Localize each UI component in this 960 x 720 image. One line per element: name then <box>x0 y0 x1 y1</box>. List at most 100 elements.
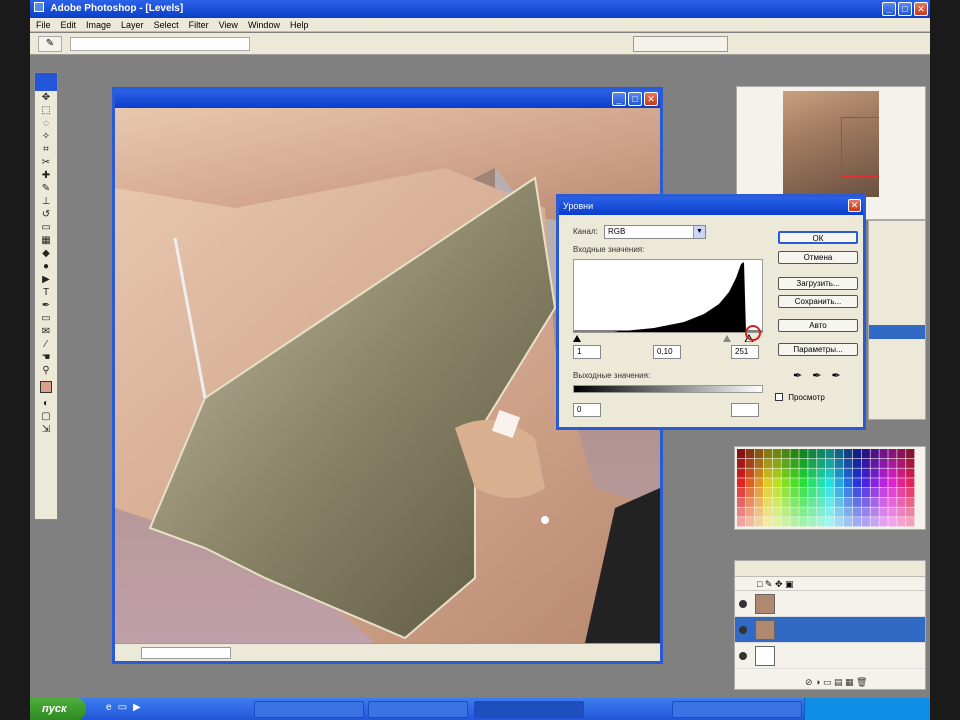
menu-item-edit[interactable]: Edit <box>61 18 77 31</box>
menu-item-file[interactable]: File <box>36 18 51 31</box>
hand-tool-icon[interactable]: ☚ <box>35 351 57 364</box>
eye-icon[interactable] <box>739 652 747 660</box>
color-swatch <box>781 458 790 468</box>
input-white-field[interactable]: 251 <box>731 345 759 359</box>
menu-item-help[interactable]: Help <box>290 18 309 31</box>
stamp-tool-icon[interactable]: ⊥ <box>35 195 57 208</box>
jump-to-imageready-icon[interactable]: ⇲ <box>35 423 57 436</box>
eye-icon[interactable] <box>739 626 747 634</box>
gray-eyedropper-icon[interactable]: ✒ <box>812 369 821 382</box>
output-black-field[interactable]: 0 <box>573 403 601 417</box>
input-gamma-field[interactable]: 0,10 <box>653 345 681 359</box>
color-swatch <box>861 478 870 488</box>
screen-mode-icon[interactable]: ▢ <box>35 410 57 423</box>
load-button[interactable]: Загрузить... <box>778 277 858 290</box>
layer-row[interactable] <box>735 643 925 669</box>
color-swatch <box>843 507 853 517</box>
ok-button[interactable]: ОК <box>778 231 858 244</box>
color-swatch <box>781 449 790 459</box>
color-swatch <box>790 517 799 527</box>
levels-close-button[interactable]: ✕ <box>848 199 861 212</box>
layers-panel-footer[interactable]: ⊘ ◑ ▭ ▤ ▦ 🗑 <box>735 675 925 689</box>
color-swatch <box>879 497 888 507</box>
preview-checkbox[interactable]: Просмотр <box>775 393 825 402</box>
color-swatch <box>861 517 870 527</box>
brush-tool-icon[interactable]: ✎ <box>38 36 62 52</box>
navigator-thumbnail[interactable] <box>783 91 879 197</box>
layer-row[interactable] <box>735 591 925 617</box>
taskbar-item[interactable] <box>368 701 468 718</box>
minimize-button[interactable]: _ <box>882 2 896 16</box>
color-swatch <box>826 488 835 498</box>
healing-tool-icon[interactable]: ✚ <box>35 169 57 182</box>
lasso-tool-icon[interactable]: ◌ <box>35 117 57 130</box>
gamma-handle[interactable] <box>723 335 731 342</box>
history-selected-item[interactable] <box>869 325 925 339</box>
layer-row-active[interactable] <box>735 617 925 643</box>
start-button[interactable]: пуск <box>30 698 86 720</box>
type-tool-icon[interactable]: T <box>35 286 57 299</box>
navigator-view-box[interactable] <box>841 117 879 177</box>
doc-close-button[interactable]: ✕ <box>644 92 658 106</box>
magic-wand-tool-icon[interactable]: ✧ <box>35 130 57 143</box>
menu-item-select[interactable]: Select <box>154 18 179 31</box>
auto-button[interactable]: Авто <box>778 319 858 332</box>
cancel-button[interactable]: Отмена <box>778 251 858 264</box>
options-right-dropdown[interactable] <box>633 36 728 52</box>
output-levels-gradient[interactable] <box>573 385 763 393</box>
taskbar-item[interactable] <box>474 701 584 718</box>
options-field[interactable] <box>70 37 250 51</box>
close-button[interactable]: ✕ <box>914 2 928 16</box>
history-brush-icon[interactable]: ↺ <box>35 208 57 221</box>
save-button[interactable]: Сохранить... <box>778 295 858 308</box>
gradient-tool-icon[interactable]: ▦ <box>35 234 57 247</box>
menu-item-image[interactable]: Image <box>86 18 111 31</box>
document-info-field[interactable] <box>141 646 231 659</box>
channel-select[interactable]: RGB ▼ <box>604 225 706 239</box>
taskbar-item[interactable] <box>672 701 802 718</box>
menu-item-window[interactable]: Window <box>248 18 280 31</box>
pen-tool-icon[interactable]: ✒ <box>35 299 57 312</box>
eyedropper-tool-icon[interactable]: ⁄ <box>35 338 57 351</box>
path-tool-icon[interactable]: ▶ <box>35 273 57 286</box>
checkbox-icon[interactable] <box>775 393 783 401</box>
shape-tool-icon[interactable]: ▭ <box>35 312 57 325</box>
color-swatch <box>763 488 772 498</box>
doc-maximize-button[interactable]: □ <box>628 92 642 106</box>
notes-tool-icon[interactable]: ✉ <box>35 325 57 338</box>
screen: Adobe Photoshop - [Levels] _ □ ✕ File Ed… <box>30 0 930 720</box>
quick-mask-icon[interactable]: ◐ <box>35 397 57 410</box>
taskbar-item[interactable] <box>254 701 364 718</box>
black-point-handle[interactable] <box>573 335 581 342</box>
marquee-tool-icon[interactable]: ⬚ <box>35 104 57 117</box>
chevron-down-icon[interactable]: ▼ <box>693 226 705 238</box>
menu-item-filter[interactable]: Filter <box>189 18 209 31</box>
maximize-button[interactable]: □ <box>898 2 912 16</box>
eyedropper-group: ✒ ✒ ✒ <box>793 369 841 382</box>
menu-item-view[interactable]: View <box>219 18 238 31</box>
layers-lock-options[interactable]: □ ✎ ✥ ▣ <box>735 577 925 591</box>
eye-icon[interactable] <box>739 600 747 608</box>
slice-tool-icon[interactable]: ✂ <box>35 156 57 169</box>
doc-minimize-button[interactable]: _ <box>612 92 626 106</box>
swatch-grid[interactable] <box>737 449 915 527</box>
options-button[interactable]: Параметры... <box>778 343 858 356</box>
move-tool-icon[interactable]: ✥ <box>35 91 57 104</box>
dodge-tool-icon[interactable]: ● <box>35 260 57 273</box>
input-black-field[interactable]: 1 <box>573 345 601 359</box>
foreground-color-swatch[interactable] <box>40 381 52 393</box>
ie-icon[interactable]: e <box>106 702 112 713</box>
zoom-tool-icon[interactable]: ⚲ <box>35 364 57 377</box>
eraser-tool-icon[interactable]: ▭ <box>35 221 57 234</box>
folder-icon[interactable]: ▭ <box>118 702 127 713</box>
crop-tool-icon[interactable]: ⌗ <box>35 143 57 156</box>
input-levels-slider[interactable] <box>573 333 763 343</box>
brush-tool-icon[interactable]: ✎ <box>35 182 57 195</box>
media-icon[interactable]: ▶ <box>133 702 141 713</box>
color-swatch <box>906 468 915 478</box>
output-white-field[interactable] <box>731 403 759 417</box>
white-eyedropper-icon[interactable]: ✒ <box>831 369 840 382</box>
blur-tool-icon[interactable]: ◆ <box>35 247 57 260</box>
black-eyedropper-icon[interactable]: ✒ <box>793 369 802 382</box>
menu-item-layer[interactable]: Layer <box>121 18 144 31</box>
